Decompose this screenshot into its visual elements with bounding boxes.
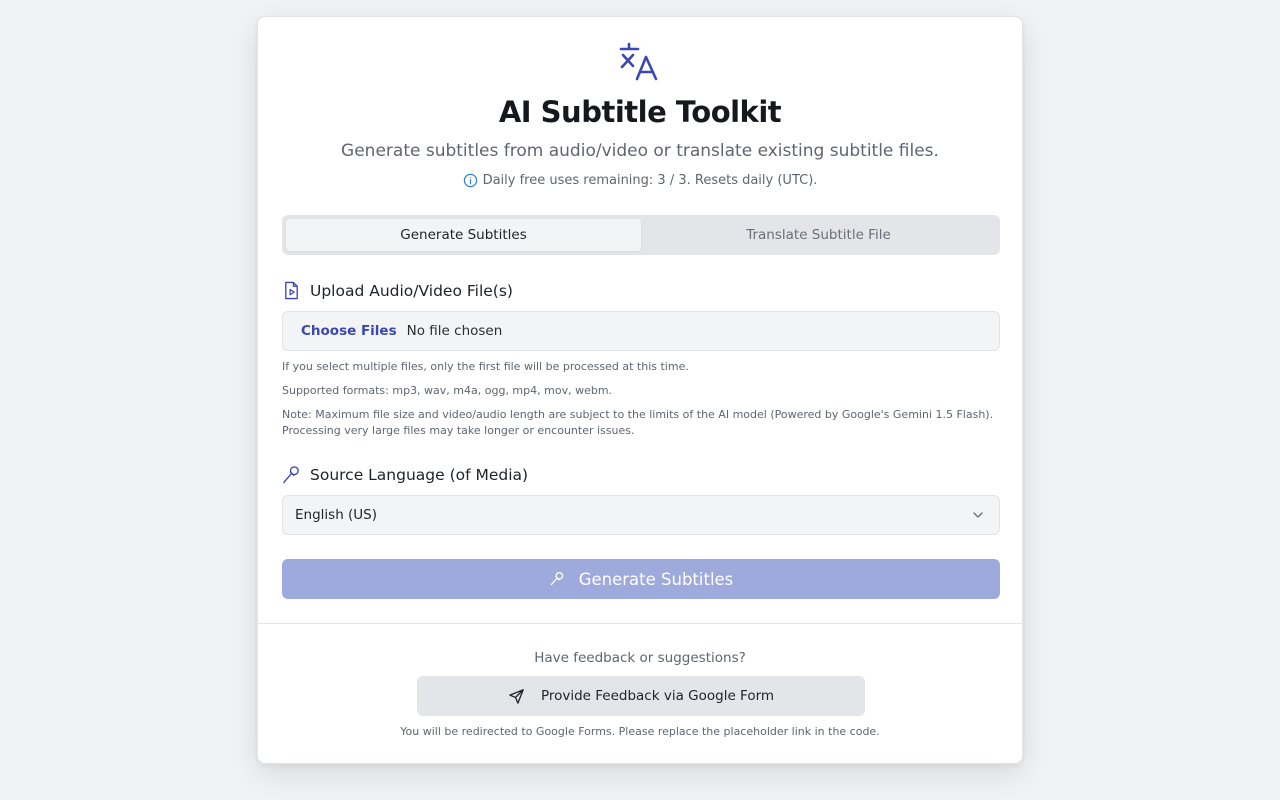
source-language-select[interactable]: English (US) xyxy=(282,495,1000,535)
microphone-icon xyxy=(549,571,565,587)
upload-hint-formats: Supported formats: mp3, wav, m4a, ogg, m… xyxy=(282,384,613,397)
upload-hint-multiple: If you select multiple files, only the f… xyxy=(282,360,689,373)
translate-icon xyxy=(619,41,663,85)
choose-files-button[interactable]: Choose Files xyxy=(301,323,397,339)
upload-hint-limits: Note: Maximum file size and video/audio … xyxy=(282,408,994,437)
provide-feedback-button[interactable]: Provide Feedback via Google Form xyxy=(417,676,865,716)
usage-info: Daily free uses remaining: 3 / 3. Resets… xyxy=(258,173,1022,188)
file-input[interactable]: Choose Files No file chosen xyxy=(282,311,1000,351)
mode-tabs: Generate Subtitles Translate Subtitle Fi… xyxy=(282,215,1000,255)
feedback-question: Have feedback or suggestions? xyxy=(534,650,746,666)
generate-button-label: Generate Subtitles xyxy=(578,569,734,589)
send-icon xyxy=(508,688,525,705)
upload-section-label: Upload Audio/Video File(s) xyxy=(282,281,513,300)
upload-label-text: Upload Audio/Video File(s) xyxy=(310,281,513,300)
usage-text: Daily free uses remaining: 3 / 3. Resets… xyxy=(482,173,818,188)
language-label-text: Source Language (of Media) xyxy=(310,465,529,484)
page-title: AI Subtitle Toolkit xyxy=(498,95,782,129)
page-subtitle: Generate subtitles from audio/video or t… xyxy=(341,141,939,161)
file-status: No file chosen xyxy=(406,323,503,339)
info-icon xyxy=(463,173,478,188)
main-card: AI Subtitle Toolkit Generate subtitles f… xyxy=(257,16,1023,764)
microphone-icon xyxy=(282,465,301,484)
generate-subtitles-button[interactable]: Generate Subtitles xyxy=(282,559,1000,599)
tab-translate-subtitle-file[interactable]: Translate Subtitle File xyxy=(641,219,996,251)
footer-divider xyxy=(258,623,1022,624)
file-video-icon xyxy=(282,281,301,300)
feedback-button-label: Provide Feedback via Google Form xyxy=(540,688,775,704)
tab-generate-subtitles[interactable]: Generate Subtitles xyxy=(286,219,641,251)
language-section-label: Source Language (of Media) xyxy=(282,465,528,484)
selected-language: English (US) xyxy=(295,507,378,523)
feedback-redirect-note: You will be redirected to Google Forms. … xyxy=(400,725,880,738)
chevron-down-icon xyxy=(971,508,985,522)
